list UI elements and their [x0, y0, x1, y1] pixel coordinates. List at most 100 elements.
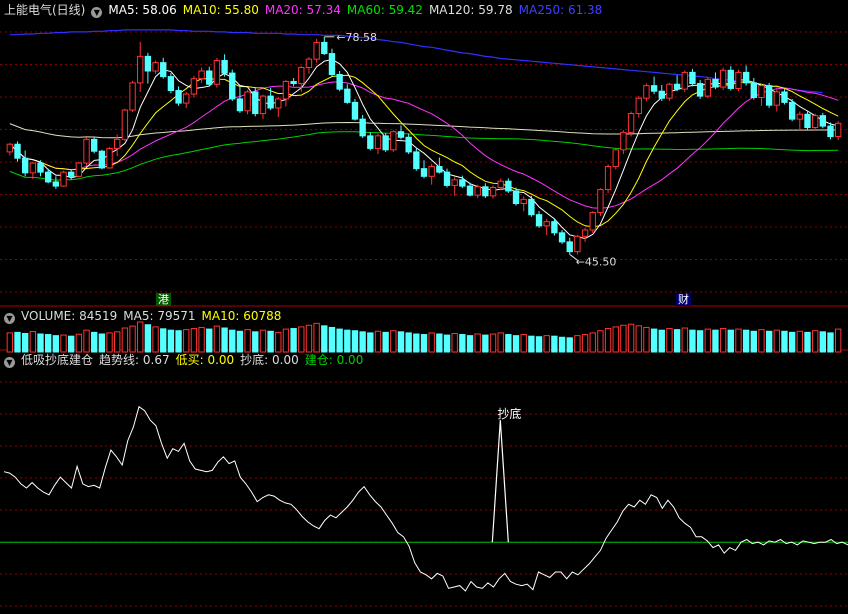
candle	[666, 82, 673, 101]
candle-body	[213, 60, 221, 85]
volume-bar	[627, 323, 635, 353]
candle-body	[719, 69, 727, 88]
candle-body	[206, 70, 213, 85]
candle	[658, 84, 665, 101]
volume-bar	[543, 335, 550, 353]
volume-bar	[635, 325, 642, 353]
candle-body	[528, 198, 535, 216]
volume-bar	[405, 332, 412, 353]
candle-body	[643, 85, 650, 99]
volume-bar	[750, 330, 757, 353]
candle	[83, 137, 90, 166]
candle-body	[44, 171, 52, 183]
candle-body	[742, 71, 750, 84]
volume-bar	[704, 328, 711, 353]
volume-label: VOLUME: 84519	[21, 309, 118, 323]
candle	[750, 77, 757, 100]
candle	[167, 73, 175, 94]
candle-body	[597, 189, 604, 214]
candle	[512, 187, 520, 206]
candle-body	[137, 55, 144, 84]
volume-bar	[612, 326, 619, 353]
candle	[21, 150, 29, 177]
candle	[183, 91, 190, 108]
volume-bar	[91, 331, 98, 353]
candle-body	[275, 98, 282, 109]
stock-title: 上能电气(日线)	[4, 3, 86, 17]
candle	[589, 211, 596, 233]
volume-bar	[666, 328, 673, 353]
candle	[604, 164, 612, 194]
candle-body	[520, 198, 527, 205]
event-tag-right[interactable]: 财	[676, 293, 691, 306]
candle-body	[704, 78, 711, 97]
candle	[505, 178, 512, 194]
volume-bar	[75, 333, 83, 353]
candle-body	[374, 135, 382, 149]
volume-bar	[160, 328, 167, 353]
candle	[175, 86, 182, 106]
candle-body	[359, 118, 366, 137]
volume-bar	[21, 332, 29, 353]
candle	[474, 184, 481, 198]
candle-body	[466, 185, 474, 196]
candle	[451, 177, 458, 196]
volume-bar	[696, 330, 704, 353]
event-tag-left[interactable]: 港	[156, 293, 171, 306]
volume-bar	[236, 330, 244, 353]
candle	[712, 72, 719, 90]
volume-bar	[244, 329, 251, 353]
candle-body	[244, 91, 251, 112]
collapse-icon[interactable]: ▼	[91, 7, 103, 18]
candle	[351, 98, 359, 121]
candle	[627, 111, 635, 137]
high-price-label: ←78.58	[336, 31, 377, 44]
volume-bar	[321, 325, 328, 353]
price-panel-header: 上能电气(日线) ▼ MA5: 58.06 MA10: 55.80 MA20: 57.3…	[4, 2, 608, 18]
candle	[581, 227, 589, 242]
low-buy-label: 低买: 0.00	[175, 353, 235, 367]
volume-bar	[382, 331, 389, 353]
volume-bar	[328, 326, 336, 353]
volume-bar	[367, 332, 374, 353]
volume-bar	[535, 336, 543, 353]
candle-body	[804, 113, 811, 128]
volume-bar	[712, 329, 719, 353]
candle-body	[497, 180, 504, 188]
candle	[60, 170, 67, 187]
candle-body	[344, 88, 351, 103]
candle	[635, 96, 642, 118]
volume-bar	[558, 336, 566, 353]
signal-label: 抄底	[497, 406, 521, 421]
bottom-label: 抄底: 0.00	[240, 353, 299, 367]
volume-bar	[259, 329, 267, 353]
candle	[52, 176, 60, 189]
candle	[650, 76, 658, 95]
volume-bar	[198, 326, 205, 353]
candle-body	[367, 135, 374, 149]
volume-bar	[819, 331, 827, 353]
volume-ma10-label: MA10: 60788	[201, 309, 282, 323]
volume-bar	[459, 334, 466, 353]
candle-body	[489, 186, 497, 197]
candle	[443, 168, 451, 188]
collapse-icon[interactable]: ▼	[4, 313, 15, 324]
candle	[405, 133, 412, 154]
ma5-label: MA5: 58.06	[108, 3, 177, 17]
candle	[620, 130, 627, 154]
candle	[566, 237, 573, 255]
candle-body	[282, 80, 290, 100]
volume-bar	[344, 329, 351, 353]
candle-body	[336, 73, 343, 90]
candle	[198, 67, 205, 83]
candle	[673, 75, 681, 92]
candle	[206, 66, 213, 87]
candle	[528, 195, 535, 217]
collapse-icon[interactable]: ▼	[4, 357, 15, 368]
candle-body	[758, 85, 765, 99]
candle	[6, 142, 14, 156]
candle-body	[451, 179, 458, 186]
candle	[796, 111, 804, 131]
candle-body	[635, 97, 642, 115]
volume-bar	[359, 331, 366, 353]
